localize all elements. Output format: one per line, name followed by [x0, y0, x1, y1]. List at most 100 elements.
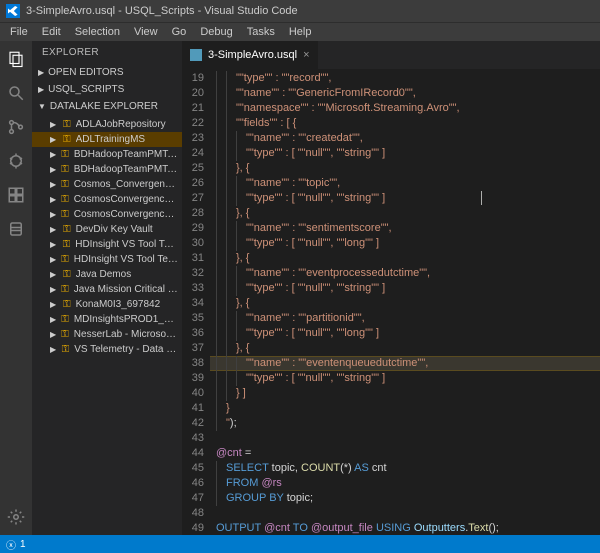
debug-activity-icon[interactable] [6, 151, 26, 171]
key-icon: ⚿ [61, 209, 69, 220]
activity-bar [0, 41, 32, 535]
tree-item-label: Cosmos_Convergence_CEG_DPG [74, 179, 178, 190]
vscode-icon [6, 4, 20, 18]
key-icon: ⚿ [61, 254, 69, 265]
error-status-icon[interactable]: ⓧ [6, 537, 16, 552]
explorer-sidebar: EXPLORER ▶OPEN EDITORS ▶USQL_SCRIPTS ▼DA… [32, 41, 182, 535]
tree-item[interactable]: ▶ ⚿ Java Mission Critical - Do NOT Clean [32, 282, 182, 297]
editor-tabs: 3-SimpleAvro.usql × [182, 41, 600, 69]
file-icon [190, 49, 202, 61]
tree-item[interactable]: ▶ ⚿ CosmosConvergence_TelemetryInsights [32, 192, 182, 207]
tab-label: 3-SimpleAvro.usql [208, 49, 297, 61]
key-icon: ⚿ [63, 119, 71, 130]
tree-item-label: CosmosConvergenceProdStore [74, 209, 178, 220]
chevron-right-icon: ▶ [50, 255, 56, 264]
tree-item-label: Java Mission Critical - Do NOT Clean [74, 284, 178, 295]
tree-item-label: KonaM0I3_697842 [76, 299, 161, 310]
menu-go[interactable]: Go [166, 24, 193, 40]
chevron-right-icon: ▶ [50, 225, 58, 234]
tree-item-label: BDHadoopTeamPMTestDemo [74, 149, 178, 160]
section-usql-scripts[interactable]: ▶USQL_SCRIPTS [32, 81, 182, 98]
tree-item[interactable]: ▶⚿HDInsight VS Tool Team Storm Test [32, 252, 182, 267]
chevron-right-icon: ▶ [50, 330, 56, 339]
tree-item[interactable]: ▶⚿NesserLab - Microsoft Azure Internal C… [32, 327, 182, 342]
key-icon: ⚿ [61, 194, 69, 205]
chevron-right-icon: ▶ [50, 270, 58, 279]
key-icon: ⚿ [63, 299, 71, 310]
extensions-activity-icon[interactable] [6, 185, 26, 205]
tree-item[interactable]: ▶⚿DevDiv Key Vault [32, 222, 182, 237]
menu-tasks[interactable]: Tasks [241, 24, 281, 40]
chevron-right-icon: ▶ [50, 240, 58, 249]
close-icon[interactable]: × [303, 49, 309, 61]
key-icon: ⚿ [63, 224, 71, 235]
chevron-right-icon: ▶ [50, 345, 57, 354]
key-icon: ⚿ [63, 239, 71, 250]
tree-item-label: ADLAJobRepository [76, 119, 166, 130]
tree-item[interactable]: ▶⚿BDHadoopTeamPMTestDemo [32, 147, 182, 162]
git-activity-icon[interactable] [6, 117, 26, 137]
chevron-right-icon: ▶ [50, 315, 56, 324]
key-icon: ⚿ [61, 284, 69, 295]
key-icon: ⚿ [61, 149, 69, 160]
status-bar: ⓧ 1 [0, 535, 600, 553]
code-lines: ""type"" : ""record"", ""name"" : ""Gene… [210, 69, 600, 535]
menu-debug[interactable]: Debug [194, 24, 238, 40]
datalake-activity-icon[interactable] [6, 219, 26, 239]
tree-item-label: VS Telemetry - Data Catalog [74, 344, 178, 355]
chevron-right-icon: ▶ [50, 210, 56, 219]
chevron-right-icon: ▶ [50, 195, 56, 204]
tree-item-label: MDInsightsPROD1_10759063 [74, 314, 178, 325]
key-icon: ⚿ [62, 344, 70, 355]
tree-item-label: BDHadoopTeamPMTestDemo2 [74, 164, 178, 175]
tree-item[interactable]: ▶ ⚿ ADLTrainingMS [32, 132, 182, 147]
tree-item[interactable]: ▶ ⚿ KonaM0I3_697842 [32, 297, 182, 312]
code-editor[interactable]: 1920212223242526272829303132333435363738… [182, 69, 600, 535]
tree-item-label: Java Demos [76, 269, 132, 280]
chevron-down-icon: ▼ [38, 102, 46, 111]
key-icon: ⚿ [63, 269, 71, 280]
tree-item[interactable]: ▶ ⚿ Cosmos_Convergence_CEG_DPG [32, 177, 182, 192]
tree-item[interactable]: ▶ ⚿ CosmosConvergenceProdStore [32, 207, 182, 222]
chevron-right-icon: ▶ [50, 180, 56, 189]
explorer-activity-icon[interactable] [6, 49, 26, 69]
tree-item-label: HDInsight VS Tool Team [75, 239, 178, 250]
chevron-right-icon: ▶ [38, 68, 44, 77]
sidebar-title: EXPLORER [32, 41, 182, 64]
section-datalake-explorer[interactable]: ▼DATALAKE EXPLORER [32, 98, 182, 115]
key-icon: ⚿ [61, 179, 69, 190]
key-icon: ⚿ [61, 164, 69, 175]
tree-item[interactable]: ▶ ⚿ MDInsightsPROD1_10759063 [32, 312, 182, 327]
chevron-right-icon: ▶ [50, 135, 58, 144]
chevron-right-icon: ▶ [50, 300, 58, 309]
chevron-right-icon: ▶ [50, 285, 56, 294]
tree-item[interactable]: ▶ ⚿ VS Telemetry - Data Catalog [32, 342, 182, 357]
error-count[interactable]: 1 [20, 539, 26, 550]
window-title: 3-SimpleAvro.usql - USQL_Scripts - Visua… [26, 5, 298, 17]
tree-item[interactable]: ▶ ⚿ Java Demos [32, 267, 182, 282]
settings-activity-icon[interactable] [6, 507, 26, 527]
key-icon: ⚿ [61, 314, 69, 325]
tree-item[interactable]: ▶ ⚿ BDHadoopTeamPMTestDemo2 [32, 162, 182, 177]
line-gutter: 1920212223242526272829303132333435363738… [182, 69, 210, 535]
key-icon: ⚿ [63, 134, 71, 145]
chevron-right-icon: ▶ [50, 165, 56, 174]
tree-item-label: CosmosConvergence_TelemetryInsights [74, 194, 178, 205]
chevron-right-icon: ▶ [38, 85, 44, 94]
editor-area: 3-SimpleAvro.usql × 19202122232425262728… [182, 41, 600, 535]
tab-simpleavro[interactable]: 3-SimpleAvro.usql × [182, 41, 319, 69]
menu-selection[interactable]: Selection [69, 24, 126, 40]
tree-item-label: ADLTrainingMS [76, 134, 145, 145]
menu-file[interactable]: File [4, 24, 34, 40]
title-bar: 3-SimpleAvro.usql - USQL_Scripts - Visua… [0, 0, 600, 22]
menu-bar: FileEditSelectionViewGoDebugTasksHelp [0, 22, 600, 41]
chevron-right-icon: ▶ [50, 120, 58, 129]
menu-edit[interactable]: Edit [36, 24, 67, 40]
tree-item[interactable]: ▶ ⚿ HDInsight VS Tool Team [32, 237, 182, 252]
section-open-editors[interactable]: ▶OPEN EDITORS [32, 64, 182, 81]
key-icon: ⚿ [61, 329, 69, 340]
tree-item[interactable]: ▶ ⚿ ADLAJobRepository [32, 117, 182, 132]
menu-view[interactable]: View [128, 24, 164, 40]
menu-help[interactable]: Help [283, 24, 318, 40]
search-activity-icon[interactable] [6, 83, 26, 103]
